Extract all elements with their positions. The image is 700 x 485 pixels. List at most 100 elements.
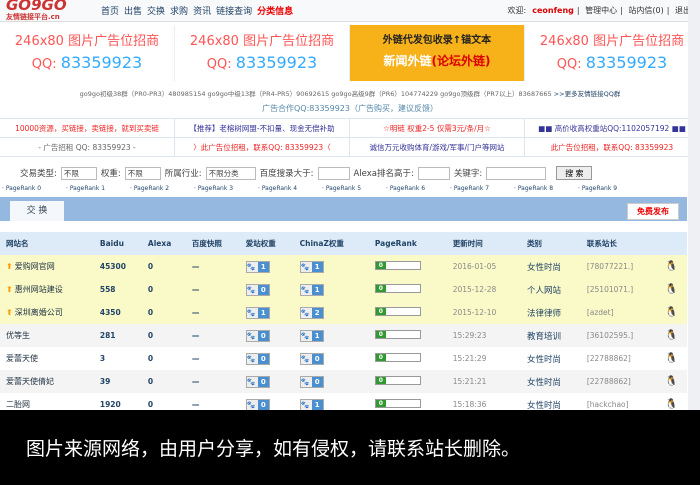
weight-value: 1 bbox=[311, 284, 323, 295]
pagerank-link[interactable]: · PageRank 3 bbox=[194, 185, 258, 192]
contact-cell[interactable]: [36102595.] bbox=[580, 324, 660, 347]
banner-ad[interactable]: 246x80 图片广告位招商 QQ: 83359923 bbox=[0, 25, 175, 81]
text-ad[interactable]: ☆明链 权重2-5 仅需3元/条/月☆ bbox=[350, 119, 525, 138]
pagerank-link[interactable]: · PageRank 4 bbox=[258, 185, 322, 192]
nav-link[interactable]: 资讯 bbox=[193, 7, 211, 17]
alexa-cell: 0 bbox=[141, 324, 186, 347]
text-ad[interactable]: 【推荐】老榕树网盟-不扣量、现金无偿补助 bbox=[175, 119, 350, 138]
pagerank-link[interactable]: · PageRank 0 bbox=[2, 185, 66, 192]
category-cell[interactable]: 女性时尚 bbox=[520, 370, 581, 393]
pagerank-link[interactable]: · PageRank 6 bbox=[386, 185, 450, 192]
text-ad[interactable]: 此广告位招租，联系QQ: 83359923 bbox=[525, 138, 700, 157]
pagerank-link[interactable]: · PageRank 9 bbox=[578, 185, 642, 192]
pagerank-link[interactable]: · PageRank 2 bbox=[130, 185, 194, 192]
banner-ad[interactable]: 246x80 图片广告位招商 QQ: 83359923 bbox=[175, 25, 350, 81]
qq-icon[interactable]: 🐧 bbox=[659, 370, 687, 393]
keyword-input[interactable] bbox=[486, 166, 547, 180]
weight-value: 1 bbox=[311, 399, 323, 410]
site-name[interactable]: 惠州网站建设 bbox=[15, 285, 63, 294]
qq-icon[interactable]: 🐧 bbox=[659, 301, 687, 324]
contact-cell[interactable]: [22788862] bbox=[581, 347, 659, 370]
table-row[interactable]: ⬆ 爱购网官网 45300 0— 🐾 1 🐾 1 0 2016-01-05 女性时尚 [7807722… bbox=[0, 255, 687, 278]
paw-icon: 🐾 bbox=[246, 308, 256, 317]
contact-cell[interactable]: [78077221.] bbox=[580, 255, 660, 278]
qq-icon[interactable]: 🐧 bbox=[659, 347, 687, 370]
text-ads: 10000资源，买链接，卖链接，就到买卖链 【推荐】老榕树网盟-不扣量、现金无偿… bbox=[0, 118, 700, 157]
nav-link[interactable]: 分类信息 bbox=[257, 7, 293, 17]
weight-value: 0 bbox=[257, 330, 269, 341]
contact-cell[interactable]: [22788862] bbox=[580, 370, 660, 393]
pagerank-cell: 0 bbox=[368, 324, 447, 347]
site-name-cell[interactable]: ⬆ 惠州网站建设 bbox=[0, 278, 94, 301]
nav-link[interactable]: 链接查询 bbox=[216, 7, 252, 17]
banner-ad[interactable]: 246x80 图片广告位招商 QQ: 83359923 bbox=[525, 25, 700, 81]
banner-ad-image[interactable]: 外链代发包收录↑锚文本 新闻外链(论坛外链) bbox=[350, 25, 525, 81]
table-row[interactable]: 优等生 281 0— 🐾 0 🐾 1 0 15:29:23 教育培训 [36102595.] 🐧 bbox=[0, 324, 687, 347]
free-publish-button[interactable]: 免费发布 bbox=[627, 203, 679, 220]
site-name-cell[interactable]: ⬆ 爱购网官网 bbox=[0, 255, 94, 278]
username-link[interactable]: ceonfeng bbox=[532, 6, 574, 15]
tab-exchange[interactable]: 交 换 bbox=[10, 201, 64, 221]
paw-icon: 🐾 bbox=[300, 331, 310, 340]
site-name[interactable]: 爱蕾天使倩妃 bbox=[6, 377, 54, 386]
site-table: 网站名 Baidu Alexa 百度快照 爱站权重 ChinaZ权重 PageRank 更新时… bbox=[0, 232, 687, 416]
baidu-min-input[interactable] bbox=[317, 166, 350, 180]
industry-select[interactable]: 不限分类 bbox=[205, 166, 256, 180]
scrollbar[interactable] bbox=[688, 0, 700, 410]
category-cell[interactable]: 教育培训 bbox=[520, 324, 581, 347]
more-groups-link[interactable]: >>更多友情链接QQ群 bbox=[554, 90, 621, 98]
category-cell[interactable]: 女性时尚 bbox=[520, 255, 581, 278]
weight-badge: 🐾 0 bbox=[299, 375, 324, 388]
nav-link[interactable]: 首页 bbox=[101, 7, 119, 17]
table-row[interactable]: 爱蕾天使 3 0— 🐾 0 🐾 0 0 15:21:29 女性时尚 [22788862] 🐧 bbox=[0, 347, 687, 370]
table-row[interactable]: ⬆ 深圳离婚公司 4350 0— 🐾 1 🐾 2 0 2015-12-10 法律律师 [azdet] 🐧 bbox=[0, 301, 687, 324]
baidu-cell: 558 bbox=[93, 278, 142, 301]
weight-select[interactable]: 不限 bbox=[124, 166, 161, 180]
baidu-cell: 45300 bbox=[93, 255, 142, 278]
site-name[interactable]: 优等生 bbox=[6, 331, 30, 340]
site-name[interactable]: 深圳离婚公司 bbox=[15, 308, 63, 317]
table-row[interactable]: 爱蕾天使倩妃 39 0— 🐾 0 🐾 0 0 15:21:21 女性时尚 [22788862] 🐧 bbox=[0, 370, 687, 393]
qq-icon[interactable]: 🐧 bbox=[659, 255, 687, 278]
qq-icon[interactable]: 🐧 bbox=[659, 278, 687, 301]
admin-center-link[interactable]: 管理中心 bbox=[585, 6, 617, 15]
text-ad[interactable]: - 广告招租 QQ: 83359923 - bbox=[0, 138, 175, 157]
snap-cell: — bbox=[185, 255, 240, 278]
site-name-cell[interactable]: 爱蕾天使 bbox=[0, 347, 94, 370]
site-name-cell[interactable]: 优等生 bbox=[0, 324, 94, 347]
alexa-input[interactable] bbox=[417, 166, 450, 180]
column-header: ChinaZ权重 bbox=[293, 232, 369, 255]
search-button[interactable]: 搜 索 bbox=[556, 166, 593, 180]
site-name-cell[interactable]: ⬆ 深圳离婚公司 bbox=[0, 301, 94, 324]
nav-link[interactable]: 求购 bbox=[170, 7, 188, 17]
trade-type-select[interactable]: 不限 bbox=[60, 166, 97, 180]
site-name[interactable]: 爱购网官网 bbox=[15, 262, 55, 271]
column-header: Baidu bbox=[93, 232, 142, 255]
category-cell[interactable]: 法律律师 bbox=[520, 301, 581, 324]
site-name[interactable]: 爱蕾天使 bbox=[6, 354, 38, 363]
text-ad[interactable]: 诚信万元收购体育/游戏/军事/门户等网站 bbox=[350, 138, 525, 157]
pagerank-link[interactable]: · PageRank 7 bbox=[450, 185, 514, 192]
text-ad[interactable]: 〉此广告位招租，联系QQ: 83359923〈 bbox=[175, 138, 350, 157]
site-logo[interactable]: GO9GO 友情链接平台.cn bbox=[6, 0, 101, 23]
contact-cell[interactable]: [azdet] bbox=[580, 301, 660, 324]
category-cell[interactable]: 女性时尚 bbox=[521, 347, 581, 370]
nav-link[interactable]: 出售 bbox=[124, 7, 142, 17]
table-row[interactable]: ⬆ 惠州网站建设 558 0— 🐾 0 🐾 1 0 2015-12-28 个人网站 [25101071… bbox=[0, 278, 687, 301]
pagerank-link[interactable]: · PageRank 1 bbox=[66, 185, 130, 192]
messages-link[interactable]: 站内信(0) bbox=[628, 6, 663, 15]
site-name-cell[interactable]: 爱蕾天使倩妃 bbox=[0, 370, 94, 393]
weight-value: 0 bbox=[311, 376, 323, 387]
nav-link[interactable]: 交换 bbox=[147, 7, 165, 17]
contact-cell[interactable]: [25101071.] bbox=[580, 278, 660, 301]
qq-icon[interactable]: 🐧 bbox=[659, 324, 687, 347]
weight-badge: 🐾 1 bbox=[299, 283, 324, 296]
baidu-cell: 281 bbox=[93, 324, 142, 347]
pagerank-link[interactable]: · PageRank 5 bbox=[322, 185, 386, 192]
site-name[interactable]: 二胎网 bbox=[6, 400, 30, 409]
text-ad[interactable]: 10000资源，买链接，卖链接，就到买卖链 bbox=[0, 119, 175, 138]
category-cell[interactable]: 个人网站 bbox=[520, 278, 581, 301]
text-ad[interactable]: ■■ 高价收高权重站QQ:1102057192 ■■ bbox=[525, 119, 700, 138]
pagerank-link[interactable]: · PageRank 8 bbox=[514, 185, 578, 192]
chinaz-weight-cell: 🐾 0 bbox=[293, 370, 369, 393]
